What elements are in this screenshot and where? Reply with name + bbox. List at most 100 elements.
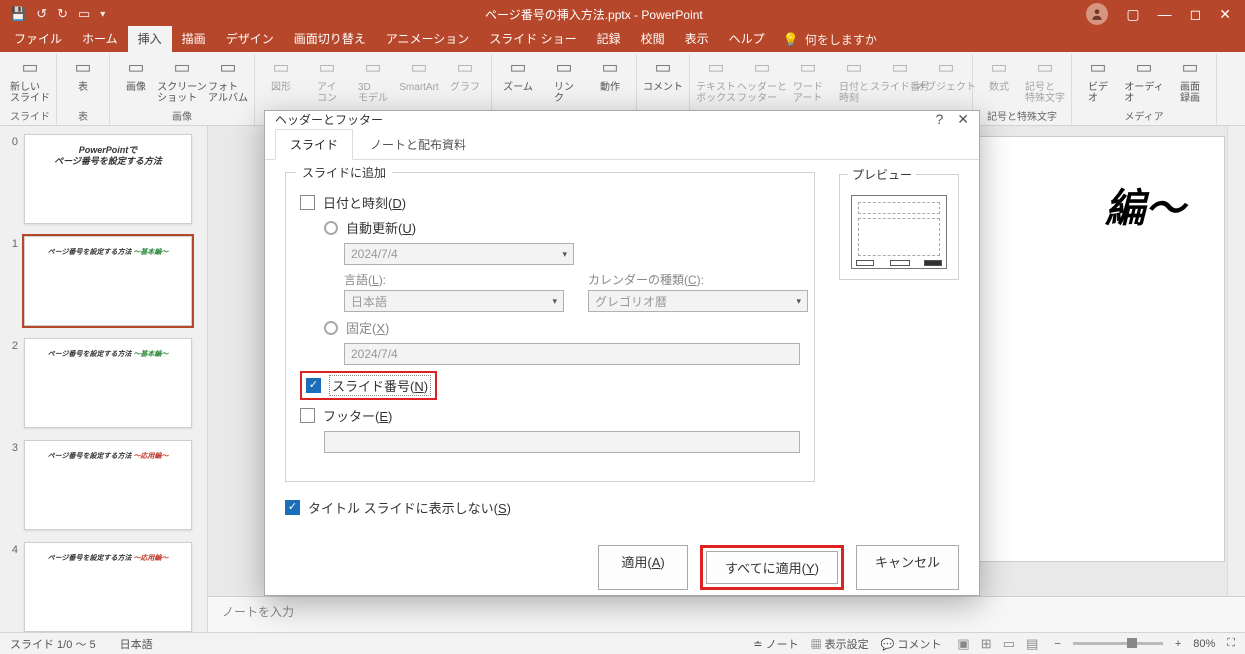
ribbon-item-icon: ▭ (71, 56, 95, 80)
ribbon-item-icon: ▭ (888, 56, 912, 80)
ribbon-tab-1[interactable]: ホーム (72, 26, 128, 52)
dialog-tab-0[interactable]: スライド (275, 129, 353, 160)
close-icon[interactable]: ✕ (1219, 6, 1231, 23)
ribbon-tab-10[interactable]: 表示 (675, 26, 719, 52)
hide-on-title-checkbox[interactable]: ✓ (285, 500, 300, 515)
ribbon-item-1-0[interactable]: ▭表 (63, 56, 103, 93)
ribbon-tabs: ファイルホーム挿入描画デザイン画面切り替えアニメーションスライド ショー記録校閲… (0, 28, 1245, 52)
redo-icon[interactable]: ↻ (57, 6, 68, 22)
ribbon-item-3-1: ▭アイ コン (307, 56, 347, 104)
preview-slide (851, 195, 947, 269)
hide-on-title-label: タイトル スライドに表示しない(S) (308, 498, 511, 517)
user-avatar-icon[interactable] (1086, 3, 1108, 25)
fixed-radio[interactable] (324, 321, 338, 335)
language-select[interactable]: 日本語▾ (344, 290, 564, 312)
start-show-icon[interactable]: ▭ (78, 6, 90, 22)
ribbon-tab-2[interactable]: 挿入 (128, 26, 172, 52)
comments-toggle[interactable]: 💬 コメント (881, 636, 942, 652)
fixed-date-input[interactable]: 2024/7/4 (344, 343, 800, 365)
sorter-view-icon: ⊞ (977, 636, 996, 651)
zoom-out-icon[interactable]: − (1054, 638, 1060, 650)
dialog-tabs: スライドノートと配布資料 (265, 128, 979, 160)
ribbon-item-4-1[interactable]: ▭リン ク (544, 56, 584, 104)
ribbon-item-icon: ▭ (1033, 56, 1057, 80)
ribbon-tab-7[interactable]: スライド ショー (479, 26, 586, 52)
calendar-select[interactable]: グレゴリオ暦▾ (588, 290, 808, 312)
apply-button[interactable]: 適用(A) (598, 545, 688, 590)
slide-title-peek: 編〜 (1105, 176, 1185, 234)
ribbon-tab-4[interactable]: デザイン (216, 26, 284, 52)
ribbon-item-icon: ▭ (934, 56, 958, 80)
ribbon-tab-6[interactable]: アニメーション (376, 26, 480, 52)
vertical-scrollbar[interactable] (1227, 126, 1245, 596)
ribbon-tab-3[interactable]: 描画 (172, 26, 216, 52)
dialog-close-icon[interactable]: ✕ (957, 111, 969, 128)
ribbon-item-icon: ▭ (598, 56, 622, 80)
slide-number-checkbox[interactable]: ✓ (306, 378, 321, 393)
ribbon-item-label: 動作 (600, 82, 620, 93)
maximize-icon[interactable]: ◻ (1190, 6, 1202, 23)
ribbon-item-label: オブジェクト (916, 82, 976, 93)
ribbon-tab-0[interactable]: ファイル (4, 26, 72, 52)
slide-number-highlight: ✓ スライド番号(N) (300, 371, 437, 400)
minimize-icon[interactable]: — (1158, 6, 1172, 22)
fit-to-window-icon[interactable]: ⛶ (1227, 637, 1235, 650)
ribbon-tab-9[interactable]: 校閲 (631, 26, 675, 52)
notes-toggle[interactable]: ≐ ノート (753, 636, 798, 652)
ribbon-item-2-1[interactable]: ▭スクリーン ショット (162, 56, 202, 104)
footer-label: フッター(E) (323, 406, 392, 425)
display-settings[interactable]: ▦ 表示設定 (811, 636, 869, 652)
ribbon-item-5-0[interactable]: ▭コメント (643, 56, 683, 93)
slide-thumbnail-0[interactable]: PowerPointでページ番号を設定する方法 (24, 134, 192, 224)
slide-thumbnail-pane[interactable]: 0PowerPointでページ番号を設定する方法1ページ番号を設定する方法 〜基… (0, 126, 208, 632)
zoom-level[interactable]: 80% (1193, 638, 1215, 650)
ribbon-item-label: リン ク (554, 82, 574, 104)
dialog-tab-1[interactable]: ノートと配布資料 (355, 129, 481, 160)
ribbon-item-icon: ▭ (796, 56, 820, 80)
language-status[interactable]: 日本語 (120, 636, 153, 652)
auto-date-select[interactable]: 2024/7/4▾ (344, 243, 574, 265)
undo-icon[interactable]: ↺ (36, 6, 47, 22)
slide-thumbnail-4[interactable]: ページ番号を設定する方法 〜応用編〜 (24, 542, 192, 632)
zoom-in-icon[interactable]: + (1175, 638, 1181, 650)
quick-access-toolbar: 💾 ↺ ↻ ▭ ▾ (0, 6, 115, 22)
auto-update-radio[interactable] (324, 221, 338, 235)
ribbon-item-icon: ▭ (407, 56, 431, 80)
date-time-checkbox[interactable] (300, 195, 315, 210)
ribbon-tab-8[interactable]: 記録 (587, 26, 631, 52)
dialog-help-icon[interactable]: ? (935, 111, 943, 128)
qat-more-icon[interactable]: ▾ (100, 9, 105, 20)
ribbon-item-8-1[interactable]: ▭オーディ オ (1124, 56, 1164, 104)
slide-thumbnail-1[interactable]: ページ番号を設定する方法 〜基本編〜 (24, 236, 192, 326)
ribbon-item-label: フォト アルバム (208, 82, 248, 104)
ribbon-item-4-0[interactable]: ▭ズーム (498, 56, 538, 93)
ribbon-item-8-0[interactable]: ▭ビデ オ (1078, 56, 1118, 104)
normal-view-icon: ▣ (953, 636, 973, 651)
ribbon-item-2-0[interactable]: ▭画像 (116, 56, 156, 93)
slide-thumbnail-2[interactable]: ページ番号を設定する方法 〜基本編〜 (24, 338, 192, 428)
ribbon-item-icon: ▭ (361, 56, 385, 80)
ribbon-item-3-2: ▭3D モデル (353, 56, 393, 104)
ribbon-item-icon: ▭ (506, 56, 530, 80)
ribbon-item-4-2[interactable]: ▭ 動作 (590, 56, 630, 93)
ribbon-item-8-2[interactable]: ▭画面 録画 (1170, 56, 1210, 104)
footer-checkbox[interactable] (300, 408, 315, 423)
ribbon-display-icon[interactable]: ▢ (1126, 6, 1139, 23)
footer-input[interactable] (324, 431, 800, 453)
ribbon-item-2-2[interactable]: ▭フォト アルバム (208, 56, 248, 104)
cancel-button[interactable]: キャンセル (856, 545, 959, 590)
ribbon-item-icon: ▭ (216, 56, 240, 80)
save-icon[interactable]: 💾 (10, 6, 26, 22)
ribbon-item-label: SmartArt (399, 82, 438, 93)
ribbon-tab-5[interactable]: 画面切り替え (284, 26, 376, 52)
tell-me[interactable]: 💡何をしますか (775, 27, 885, 52)
zoom-slider[interactable] (1073, 642, 1163, 645)
ribbon-tab-11[interactable]: ヘルプ (719, 26, 775, 52)
ribbon-item-label: 画像 (126, 82, 146, 93)
view-buttons[interactable]: ▣ ⊞ ▭ ▤ (953, 636, 1042, 652)
apply-all-button[interactable]: すべてに適用(Y) (706, 551, 838, 584)
ribbon-item-label: ビデ オ (1088, 82, 1108, 104)
ribbon-item-0-0[interactable]: ▭新しい スライド (10, 56, 50, 104)
slide-thumbnail-3[interactable]: ページ番号を設定する方法 〜応用編〜 (24, 440, 192, 530)
fixed-label: 固定(X) (346, 318, 389, 337)
